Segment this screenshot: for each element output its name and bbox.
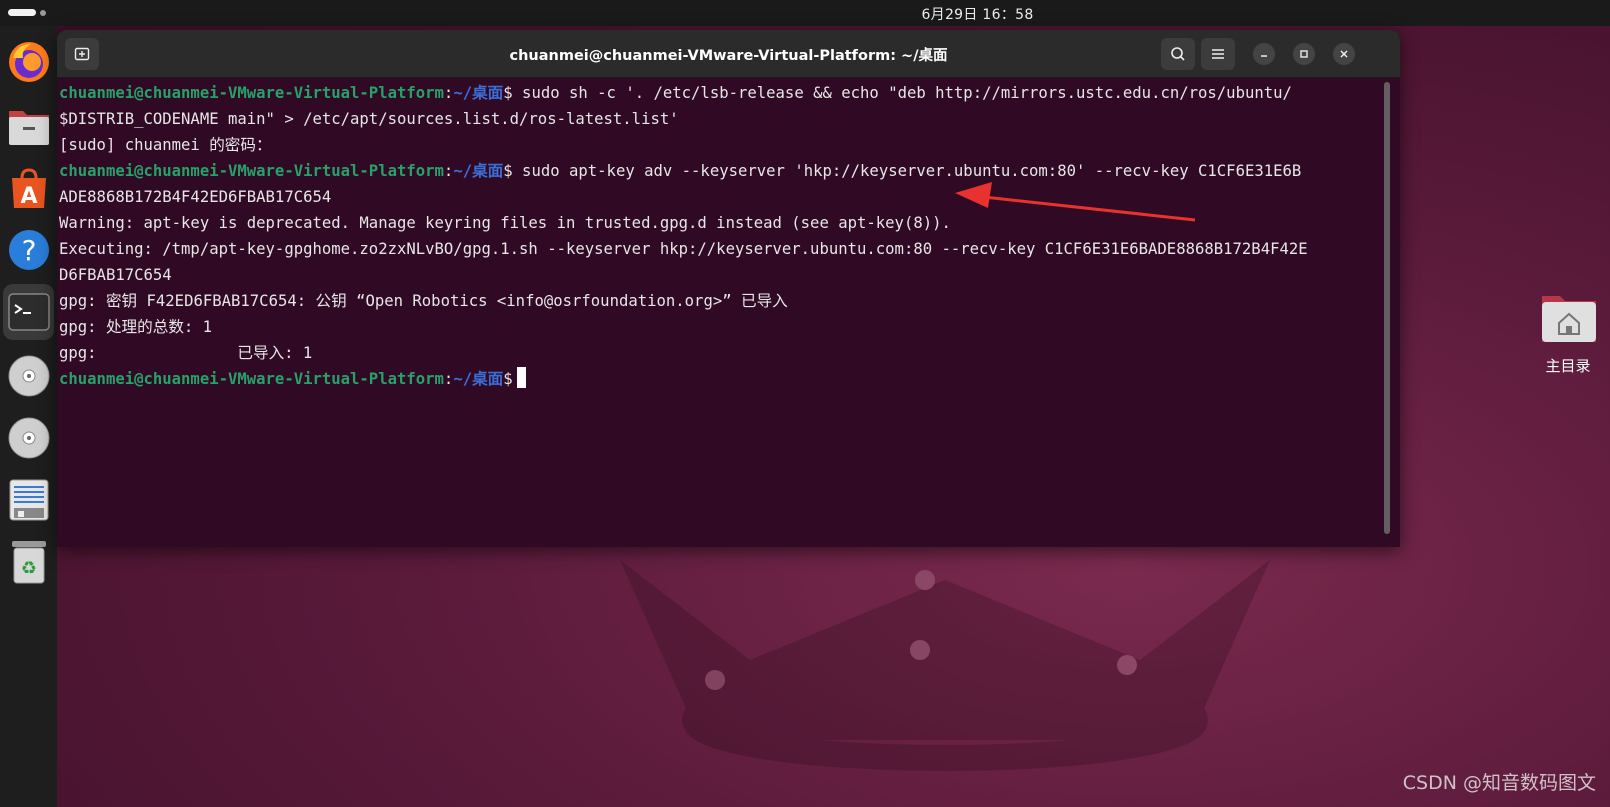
files-icon [8, 111, 49, 145]
title-bar[interactable]: chuanmei@chuanmei-VMware-Virtual-Platfor… [57, 30, 1400, 78]
trash-icon: ♻ [11, 541, 46, 584]
terminal-line: Warning: apt-key is deprecated. Manage k… [59, 214, 951, 232]
terminal-line: chuanmei@chuanmei-VMware-Virtual-Platfor… [59, 80, 1384, 106]
terminal-line: gpg: 密钥 F42ED6FBAB17C654: 公钥 “Open Robot… [59, 292, 788, 310]
dock-trash[interactable]: ♻ [3, 534, 54, 590]
prompt-path: ~/桌面 [453, 370, 504, 388]
terminal-output[interactable]: chuanmei@chuanmei-VMware-Virtual-Platfor… [59, 80, 1384, 540]
hamburger-menu-icon [1212, 49, 1224, 59]
terminal-scrollbar[interactable] [1384, 82, 1390, 534]
command-text: sudo sh -c '. /etc/lsb-release && echo "… [512, 84, 1292, 102]
prompt-symbol: $ [503, 162, 513, 180]
minimize-button[interactable] [1253, 43, 1275, 65]
command-text: sudo apt-key adv --keyserver 'hkp://keys… [512, 162, 1302, 180]
help-icon: ? [8, 230, 49, 270]
text-cursor [516, 367, 526, 388]
dock-text-editor[interactable] [3, 472, 54, 528]
prompt-path: ~/桌面 [453, 162, 504, 180]
prompt-symbol: $ [503, 370, 513, 388]
dock-files[interactable] [3, 98, 54, 154]
prompt-user: chuanmei@chuanmei-VMware-Virtual-Platfor… [59, 370, 444, 388]
app-center-icon: A [11, 168, 46, 209]
dock-firefox[interactable] [3, 34, 54, 90]
svg-text:♻: ♻ [20, 558, 36, 579]
terminal-window[interactable]: chuanmei@chuanmei-VMware-Virtual-Platfor… [57, 30, 1400, 547]
dock-disc-2[interactable] [3, 410, 54, 466]
text-editor-icon [9, 479, 48, 521]
dock: A ? ♻ [0, 26, 57, 807]
terminal-icon [7, 293, 50, 331]
wallpaper-crown [620, 560, 1270, 771]
terminal-line: Executing: /tmp/apt-key-gpghome.zo2zxNLv… [59, 240, 1308, 258]
terminal-line: ADE8868B172B4F42ED6FBAB17C654 [59, 188, 332, 206]
terminal-line: D6FBAB17C654 [59, 266, 172, 284]
close-icon [1340, 50, 1348, 58]
dock-terminal[interactable] [3, 284, 54, 340]
prompt-separator: : [443, 84, 454, 102]
watermark: CSDN @知音数码图文 [1402, 772, 1596, 794]
prompt-user: chuanmei@chuanmei-VMware-Virtual-Platfor… [59, 162, 444, 180]
terminal-line: [sudo] chuanmei 的密码： [59, 136, 272, 154]
terminal-line: gpg: 处理的总数: 1 [59, 318, 213, 336]
prompt-separator: : [443, 162, 454, 180]
prompt-path: ~/桌面 [453, 84, 504, 102]
terminal-line: gpg: 已导入: 1 [59, 344, 313, 362]
prompt-user: chuanmei@chuanmei-VMware-Virtual-Platfor… [59, 84, 444, 102]
disc-icon [8, 355, 49, 397]
maximize-button[interactable] [1293, 43, 1315, 65]
firefox-icon [8, 42, 49, 82]
minimize-icon [1261, 55, 1267, 57]
dock-help[interactable]: ? [3, 222, 54, 278]
prompt-symbol: $ [503, 84, 513, 102]
prompt-separator: : [443, 370, 454, 388]
terminal-line: chuanmei@chuanmei-VMware-Virtual-Platfor… [59, 158, 1384, 184]
terminal-line: $DISTRIB_CODENAME main" > /etc/apt/sourc… [59, 110, 679, 128]
window-title: chuanmei@chuanmei-VMware-Virtual-Platfor… [509, 48, 948, 64]
svg-text:A: A [20, 184, 37, 209]
disc-icon [8, 417, 49, 459]
close-button[interactable] [1333, 43, 1355, 65]
maximize-icon [1300, 50, 1308, 58]
home-folder-icon[interactable] [1540, 292, 1598, 344]
svg-text:?: ? [21, 234, 36, 267]
search-button[interactable] [1161, 38, 1195, 70]
top-bar: 6月29日 16：58 [0, 0, 1610, 26]
search-icon [1171, 47, 1185, 61]
dock-app-center[interactable]: A [3, 160, 54, 216]
terminal-line: chuanmei@chuanmei-VMware-Virtual-Platfor… [59, 366, 1384, 392]
home-folder-label[interactable]: 主目录 [1520, 355, 1610, 376]
clock[interactable]: 6月29日 16：58 [0, 4, 1610, 24]
menu-button[interactable] [1201, 38, 1235, 70]
dock-disc-1[interactable] [3, 348, 54, 404]
